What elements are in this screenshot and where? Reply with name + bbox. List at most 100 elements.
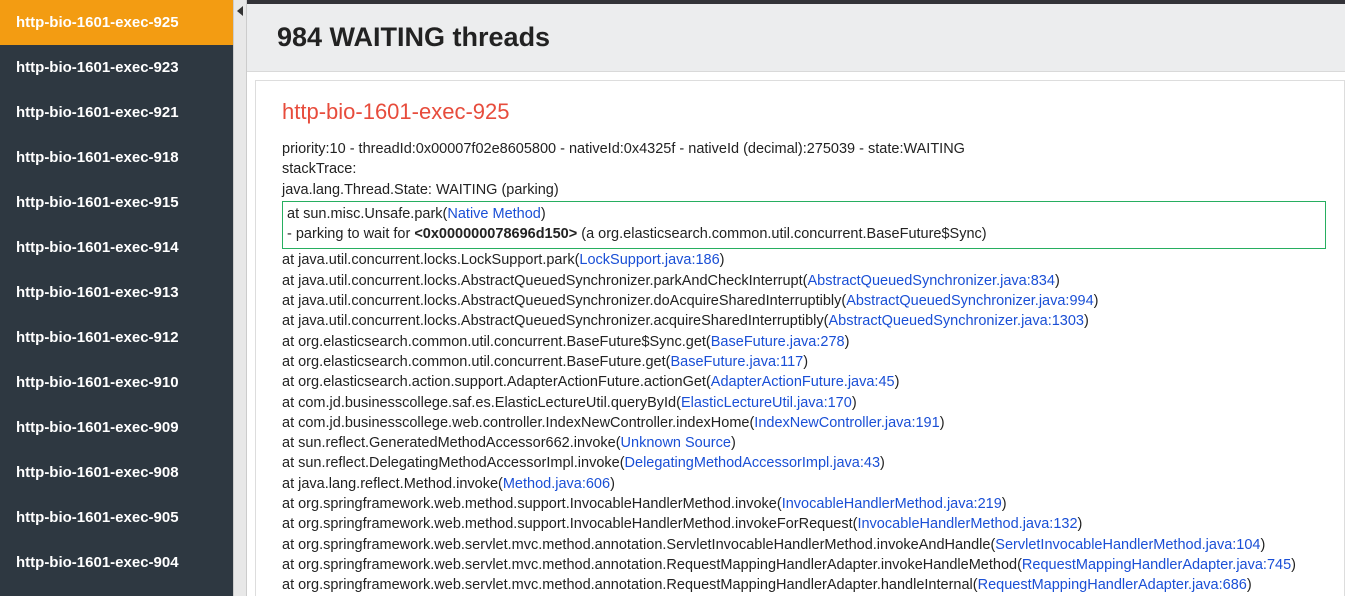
sidebar-item-thread[interactable]: http-bio-1601-exec-905 bbox=[0, 495, 233, 540]
frame-text: ) bbox=[731, 435, 736, 451]
stack-frame: at java.lang.reflect.Method.invoke(Metho… bbox=[282, 474, 1326, 494]
stack-frame: at org.springframework.web.servlet.mvc.m… bbox=[282, 535, 1326, 555]
source-link[interactable]: LockSupport.java:186 bbox=[579, 252, 719, 268]
stack-frame: at org.springframework.web.method.suppor… bbox=[282, 494, 1326, 514]
stack-frame: at org.springframework.web.method.suppor… bbox=[282, 514, 1326, 534]
sidebar-item-thread[interactable]: http-bio-1601-exec-909 bbox=[0, 405, 233, 450]
source-link[interactable]: IndexNewController.java:191 bbox=[754, 415, 939, 431]
frame-text: at org.springframework.web.servlet.mvc.m… bbox=[282, 537, 995, 553]
source-link[interactable]: BaseFuture.java:117 bbox=[670, 354, 803, 370]
highlight-box: at sun.misc.Unsafe.park(Native Method) -… bbox=[282, 201, 1326, 250]
stack-frame: at org.springframework.web.servlet.mvc.m… bbox=[282, 555, 1326, 575]
frame-text: at sun.misc.Unsafe.park( bbox=[287, 206, 447, 222]
frame-text: ) bbox=[803, 354, 808, 370]
stack-frame: at sun.misc.Unsafe.park(Native Method) bbox=[287, 204, 1321, 224]
source-link[interactable]: BaseFuture.java:278 bbox=[711, 334, 845, 350]
frame-text: at java.util.concurrent.locks.AbstractQu… bbox=[282, 293, 846, 309]
stack-panel: http-bio-1601-exec-925 priority:10 - thr… bbox=[255, 80, 1345, 596]
sidebar-item-thread[interactable]: http-bio-1601-exec-921 bbox=[0, 90, 233, 135]
stack-frame: at org.springframework.web.servlet.mvc.m… bbox=[282, 575, 1326, 595]
stack-frame: at sun.reflect.DelegatingMethodAccessorI… bbox=[282, 453, 1326, 473]
frame-text: at org.elasticsearch.common.util.concurr… bbox=[282, 334, 711, 350]
source-link[interactable]: AbstractQueuedSynchronizer.java:834 bbox=[807, 273, 1054, 289]
frame-text: at org.springframework.web.method.suppor… bbox=[282, 516, 857, 532]
frame-text: at java.lang.reflect.Method.invoke( bbox=[282, 476, 503, 492]
frame-text: at org.springframework.web.servlet.mvc.m… bbox=[282, 557, 1022, 573]
stack-frame: at org.elasticsearch.common.util.concurr… bbox=[282, 352, 1326, 372]
frame-text: at java.util.concurrent.locks.LockSuppor… bbox=[282, 252, 579, 268]
stack-frame: at sun.reflect.GeneratedMethodAccessor66… bbox=[282, 433, 1326, 453]
collapse-handle[interactable] bbox=[233, 0, 247, 596]
chevron-left-icon bbox=[237, 6, 243, 16]
sidebar-item-thread[interactable]: http-bio-1601-exec-904 bbox=[0, 540, 233, 585]
stack-frame: at com.jd.businesscollege.saf.es.Elastic… bbox=[282, 393, 1326, 413]
header-bar: 984 WAITING threads bbox=[247, 0, 1345, 72]
frame-text: at java.util.concurrent.locks.AbstractQu… bbox=[282, 313, 828, 329]
frame-text: ) bbox=[940, 415, 945, 431]
frame-text: ) bbox=[1247, 577, 1252, 593]
source-link[interactable]: InvocableHandlerMethod.java:132 bbox=[857, 516, 1077, 532]
stack-frame: at com.jd.businesscollege.web.controller… bbox=[282, 413, 1326, 433]
sidebar-item-thread[interactable]: http-bio-1601-exec-914 bbox=[0, 225, 233, 270]
thread-state: java.lang.Thread.State: WAITING (parking… bbox=[282, 180, 1326, 200]
lock-address: <0x000000078696d150> bbox=[414, 226, 577, 242]
frame-text: ) bbox=[852, 395, 857, 411]
thread-name: http-bio-1601-exec-925 bbox=[282, 99, 1326, 125]
page-title: 984 WAITING threads bbox=[277, 22, 1315, 53]
frame-text: at sun.reflect.DelegatingMethodAccessorI… bbox=[282, 455, 625, 471]
sidebar-item-thread[interactable]: http-bio-1601-exec-923 bbox=[0, 45, 233, 90]
source-link[interactable]: DelegatingMethodAccessorImpl.java:43 bbox=[625, 455, 881, 471]
frame-text: ) bbox=[1055, 273, 1060, 289]
frame-text: at org.elasticsearch.common.util.concurr… bbox=[282, 354, 670, 370]
frame-text: ) bbox=[1002, 496, 1007, 512]
sidebar-item-thread[interactable]: http-bio-1601-exec-912 bbox=[0, 315, 233, 360]
sidebar-item-thread[interactable]: http-bio-1601-exec-910 bbox=[0, 360, 233, 405]
frame-text: - parking to wait for bbox=[287, 226, 414, 242]
frame-text: at com.jd.businesscollege.web.controller… bbox=[282, 415, 754, 431]
source-link[interactable]: ElasticLectureUtil.java:170 bbox=[681, 395, 852, 411]
stack-frame: at java.util.concurrent.locks.AbstractQu… bbox=[282, 311, 1326, 331]
frame-text: ) bbox=[1261, 537, 1266, 553]
frame-text: ) bbox=[1084, 313, 1089, 329]
sidebar-item-thread[interactable]: http-bio-1601-exec-913 bbox=[0, 270, 233, 315]
sidebar-item-thread[interactable]: http-bio-1601-exec-908 bbox=[0, 450, 233, 495]
frame-text: at org.springframework.web.method.suppor… bbox=[282, 496, 782, 512]
frame-text: ) bbox=[895, 374, 900, 390]
frame-text: ) bbox=[1078, 516, 1083, 532]
frame-text: ) bbox=[1094, 293, 1099, 309]
frame-text: at com.jd.businesscollege.saf.es.Elastic… bbox=[282, 395, 681, 411]
source-link[interactable]: RequestMappingHandlerAdapter.java:686 bbox=[978, 577, 1247, 593]
frame-text: ) bbox=[845, 334, 850, 350]
sidebar-item-thread[interactable]: http-bio-1601-exec-918 bbox=[0, 135, 233, 180]
main-panel: 984 WAITING threads http-bio-1601-exec-9… bbox=[247, 0, 1345, 596]
frame-text: at java.util.concurrent.locks.AbstractQu… bbox=[282, 273, 807, 289]
sidebar-item-thread[interactable]: http-bio-1601-exec-925 bbox=[0, 0, 233, 45]
frame-text: ) bbox=[541, 206, 546, 222]
source-link[interactable]: Method.java:606 bbox=[503, 476, 610, 492]
stacktrace-label: stackTrace: bbox=[282, 159, 1326, 179]
source-link[interactable]: ServletInvocableHandlerMethod.java:104 bbox=[995, 537, 1260, 553]
source-link[interactable]: AdapterActionFuture.java:45 bbox=[711, 374, 895, 390]
frame-text: at org.springframework.web.servlet.mvc.m… bbox=[282, 577, 978, 593]
content-scroll[interactable]: http-bio-1601-exec-925 priority:10 - thr… bbox=[247, 72, 1345, 596]
stack-frame: at java.util.concurrent.locks.LockSuppor… bbox=[282, 250, 1326, 270]
sidebar-item-thread[interactable]: http-bio-1601-exec-915 bbox=[0, 180, 233, 225]
stack-frame: at java.util.concurrent.locks.AbstractQu… bbox=[282, 291, 1326, 311]
source-link[interactable]: AbstractQueuedSynchronizer.java:994 bbox=[846, 293, 1093, 309]
sidebar: http-bio-1601-exec-925http-bio-1601-exec… bbox=[0, 0, 233, 596]
frame-text: ) bbox=[610, 476, 615, 492]
source-link[interactable]: Unknown Source bbox=[621, 435, 731, 451]
source-link[interactable]: RequestMappingHandlerAdapter.java:745 bbox=[1022, 557, 1291, 573]
frame-text: (a org.elasticsearch.common.util.concurr… bbox=[577, 226, 986, 242]
frame-text: ) bbox=[1291, 557, 1296, 573]
frame-text: ) bbox=[880, 455, 885, 471]
source-link[interactable]: InvocableHandlerMethod.java:219 bbox=[782, 496, 1002, 512]
thread-meta: priority:10 - threadId:0x00007f02e860580… bbox=[282, 139, 1326, 159]
stack-frame: at java.util.concurrent.locks.AbstractQu… bbox=[282, 271, 1326, 291]
frame-text: at sun.reflect.GeneratedMethodAccessor66… bbox=[282, 435, 621, 451]
parking-line: - parking to wait for <0x000000078696d15… bbox=[287, 224, 1321, 244]
frame-text: at org.elasticsearch.action.support.Adap… bbox=[282, 374, 711, 390]
source-link[interactable]: Native Method bbox=[447, 206, 541, 222]
source-link[interactable]: AbstractQueuedSynchronizer.java:1303 bbox=[828, 313, 1084, 329]
stack-frame: at org.elasticsearch.common.util.concurr… bbox=[282, 332, 1326, 352]
